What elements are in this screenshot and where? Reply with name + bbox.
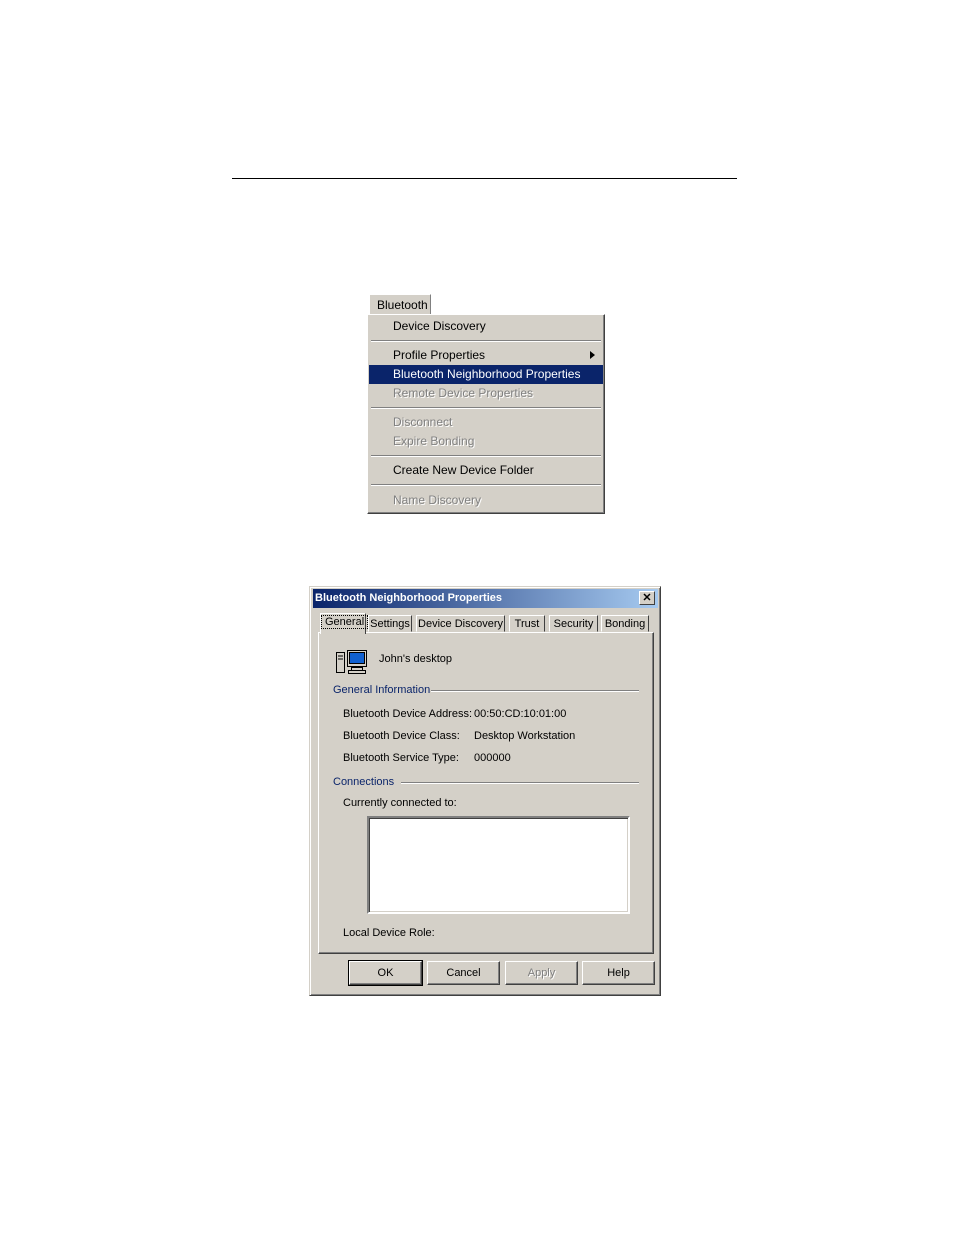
menu-item-remote-device-properties: Remote Device Properties xyxy=(393,386,534,400)
menu-item-device-discovery[interactable]: Device Discovery xyxy=(369,317,603,336)
menu-item-disconnect: Disconnect xyxy=(393,415,453,429)
general-information-heading: General Information xyxy=(333,684,431,696)
device-address-value: 00:50:CD:10:01:00 xyxy=(474,708,567,720)
menu-item-profile-properties-label: Profile Properties xyxy=(393,348,486,362)
menu-separator xyxy=(371,407,601,409)
tab-bonding[interactable]: Bonding xyxy=(601,615,649,632)
service-type-label: Bluetooth Service Type: xyxy=(343,752,459,764)
help-button[interactable]: Help xyxy=(582,961,655,985)
tab-device-discovery[interactable]: Device Discovery xyxy=(416,615,505,632)
tab-security[interactable]: Security xyxy=(549,615,598,632)
page-divider xyxy=(232,178,737,179)
connections-heading: Connections xyxy=(333,776,395,788)
group-divider xyxy=(401,782,639,784)
menu-item-profile-properties[interactable]: Profile Properties xyxy=(369,346,603,365)
local-device-role-label: Local Device Role: xyxy=(343,927,435,939)
menu-item-neighborhood-properties[interactable]: Bluetooth Neighborhood Properties xyxy=(369,365,603,384)
submenu-arrow-icon xyxy=(590,351,595,359)
menu-item-create-device-folder[interactable]: Create New Device Folder xyxy=(369,461,603,480)
device-address-label: Bluetooth Device Address: xyxy=(343,708,473,720)
menu-bluetooth-label: Bluetooth xyxy=(377,298,428,312)
tab-general-label: General xyxy=(321,615,369,629)
ok-button[interactable]: OK xyxy=(348,960,423,986)
device-class-value: Desktop Workstation xyxy=(474,730,576,742)
service-type-value: 000000 xyxy=(474,752,511,764)
currently-connected-label: Currently connected to: xyxy=(343,797,457,809)
neighborhood-properties-dialog: Bluetooth Neighborhood Properties ✕ Gene… xyxy=(309,586,661,996)
device-class-label: Bluetooth Device Class: xyxy=(343,730,460,742)
menu-separator xyxy=(371,340,601,342)
tab-settings[interactable]: Settings xyxy=(368,615,412,632)
apply-button: Apply xyxy=(505,961,578,985)
cancel-button[interactable]: Cancel xyxy=(427,961,500,985)
menu-bluetooth[interactable]: Bluetooth xyxy=(369,294,431,314)
menu-item-name-discovery: Name Discovery xyxy=(393,493,482,507)
bluetooth-dropdown-menu: Device Discovery Profile Properties Blue… xyxy=(367,314,605,514)
connections-listbox[interactable] xyxy=(367,816,630,914)
dialog-titlebar[interactable]: Bluetooth Neighborhood Properties ✕ xyxy=(313,589,658,608)
menu-separator xyxy=(371,455,601,457)
menu-separator xyxy=(371,484,601,486)
menu-item-expire-bonding: Expire Bonding xyxy=(393,434,475,448)
general-tab-panel: John's desktop General Information Bluet… xyxy=(318,632,654,954)
tab-general[interactable]: General xyxy=(320,613,369,634)
tab-trust[interactable]: Trust xyxy=(509,615,545,632)
group-divider xyxy=(431,690,639,692)
close-icon[interactable]: ✕ xyxy=(639,591,655,605)
dialog-title: Bluetooth Neighborhood Properties xyxy=(315,592,502,604)
device-name: John's desktop xyxy=(379,653,453,665)
desktop-computer-icon xyxy=(336,650,367,674)
